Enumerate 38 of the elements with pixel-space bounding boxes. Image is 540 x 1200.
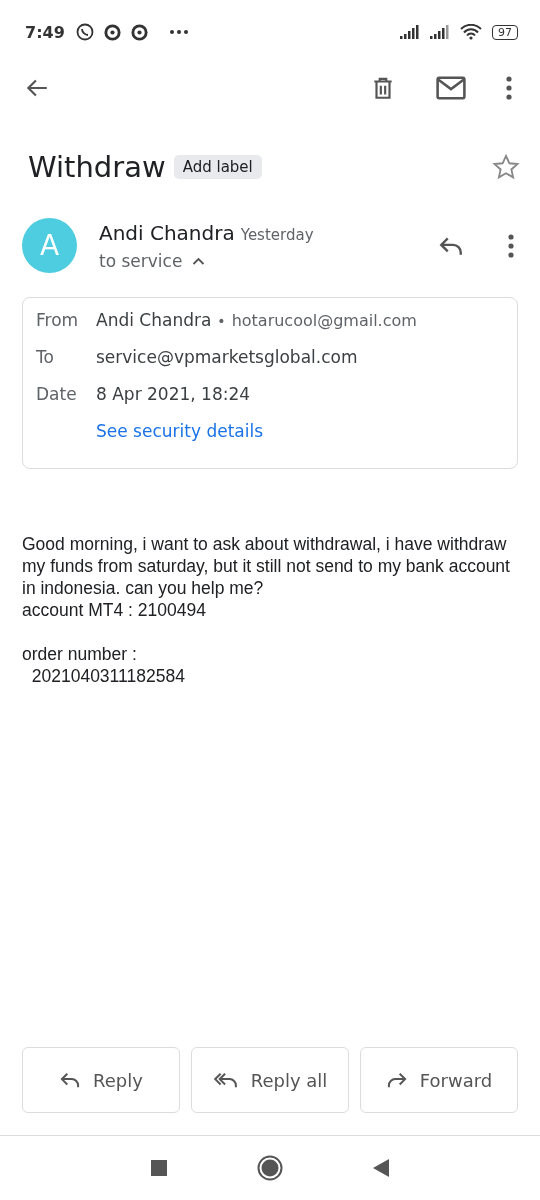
sender-email: hotarucool@gmail.com [231, 311, 417, 330]
add-label-button[interactable]: Add label [173, 155, 262, 179]
star-icon[interactable] [492, 153, 520, 181]
back-icon[interactable] [373, 1159, 389, 1177]
ring-icon [102, 22, 122, 42]
sent-time: Yesterday [240, 225, 314, 244]
detail-label: From [36, 310, 80, 330]
ring-icon [129, 22, 149, 42]
reply-arrow-icon [59, 1071, 82, 1089]
status-time: 7:49 [25, 22, 65, 42]
detail-label: To [36, 347, 55, 367]
reply-all-button[interactable]: Reply all [191, 1047, 349, 1113]
separator-dot: • [217, 313, 226, 329]
signal-icon [430, 25, 452, 39]
wifi-icon [460, 24, 482, 40]
recipient-summary: to service [99, 250, 183, 271]
chat-icon [74, 22, 95, 42]
avatar: A [22, 218, 77, 273]
security-details-link[interactable]: See security details [96, 421, 264, 441]
signal-icon [400, 25, 422, 39]
double-reply-arrow-icon [212, 1071, 239, 1089]
more-notifications-icon [168, 29, 189, 35]
detail-label: Date [36, 384, 78, 404]
battery-indicator: 97 [492, 24, 518, 40]
forward-arrow-icon [385, 1071, 408, 1089]
home-icon[interactable] [257, 1155, 283, 1181]
more-icon[interactable] [506, 76, 512, 100]
more-icon[interactable] [508, 233, 514, 258]
mail-icon[interactable] [436, 76, 466, 100]
message-text: Good morning, i want to ask about withdrawal, i have withdraw my funds from saturday, but it still not send to my bank account in indonesia. can you help me? account MT4 : 2100494 order number : 2021040311182584 [22, 533, 511, 687]
detail-value: 8 Apr 2021, 18:24 [96, 384, 251, 404]
sender-name: Andi Chandra [99, 220, 235, 245]
email-subject: Withdraw [28, 150, 166, 184]
chevron-icon[interactable] [192, 256, 206, 265]
reply-button[interactable]: Reply [22, 1047, 180, 1113]
forward-button[interactable]: Forward [360, 1047, 518, 1113]
detail-value: Andi Chandra [96, 310, 212, 330]
detail-value: service@vpmarketsglobal.com [96, 347, 358, 367]
